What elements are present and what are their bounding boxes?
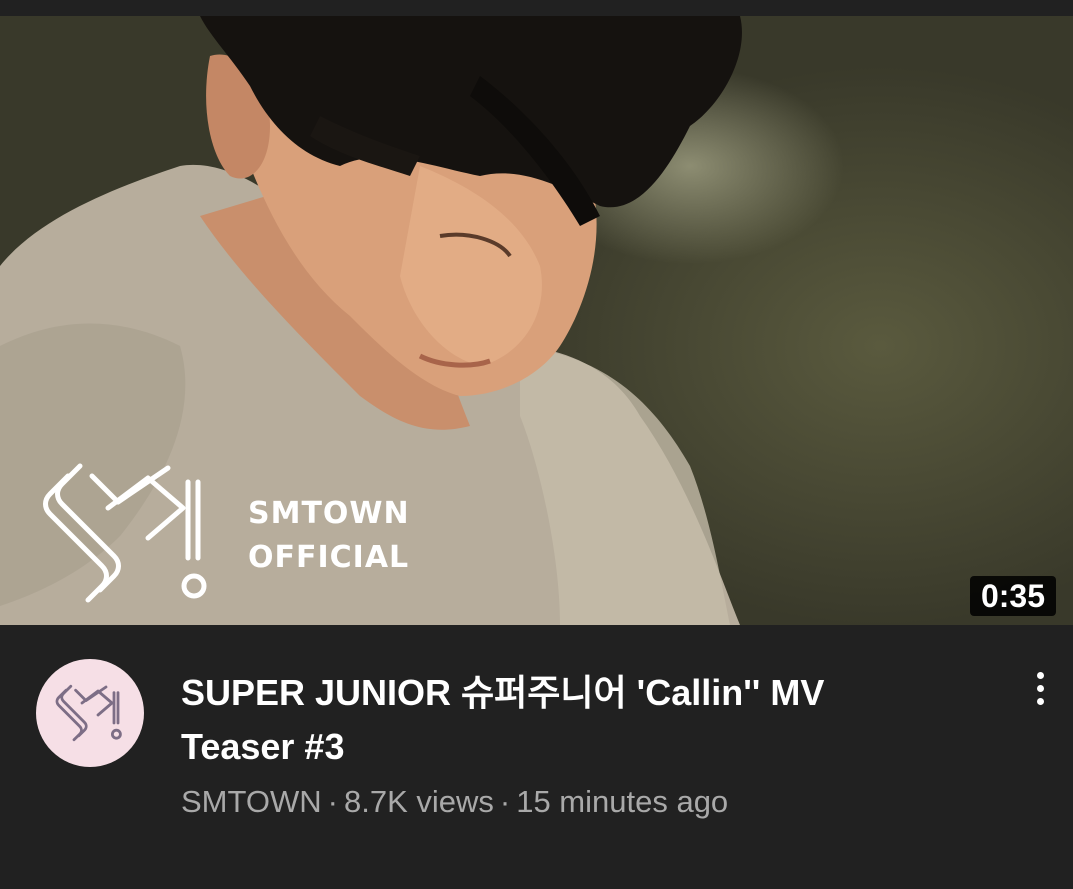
channel-avatar[interactable] [36,659,144,767]
sm-logo-icon [43,463,207,603]
channel-name[interactable]: SMTOWN [181,784,322,819]
logo-line-1: SMTOWN [248,496,410,531]
separator: · [327,784,338,819]
more-vert-icon [1036,671,1044,679]
logo-line-2: OFFICIAL [248,540,410,575]
video-title[interactable]: SUPER JUNIOR 슈퍼주니어 'Callin'' MV Teaser #… [181,666,941,774]
view-count: 8.7K views [343,784,494,819]
thumbnail-logo-text: SMTOWN OFFICIAL [248,492,410,580]
more-vert-icon [1036,697,1044,705]
duration-badge: 0:35 [969,576,1056,616]
video-metadata: SMTOWN · 8.7K views · 15 minutes ago [181,780,728,824]
more-vert-icon [1036,684,1044,692]
sm-logo-icon [55,684,122,742]
upload-age: 15 minutes ago [516,784,729,819]
top-strip [0,0,1073,16]
video-thumbnail[interactable]: SMTOWN OFFICIAL 0:35 [0,16,1073,625]
separator: · [499,784,511,819]
more-options-button[interactable] [1016,664,1064,712]
